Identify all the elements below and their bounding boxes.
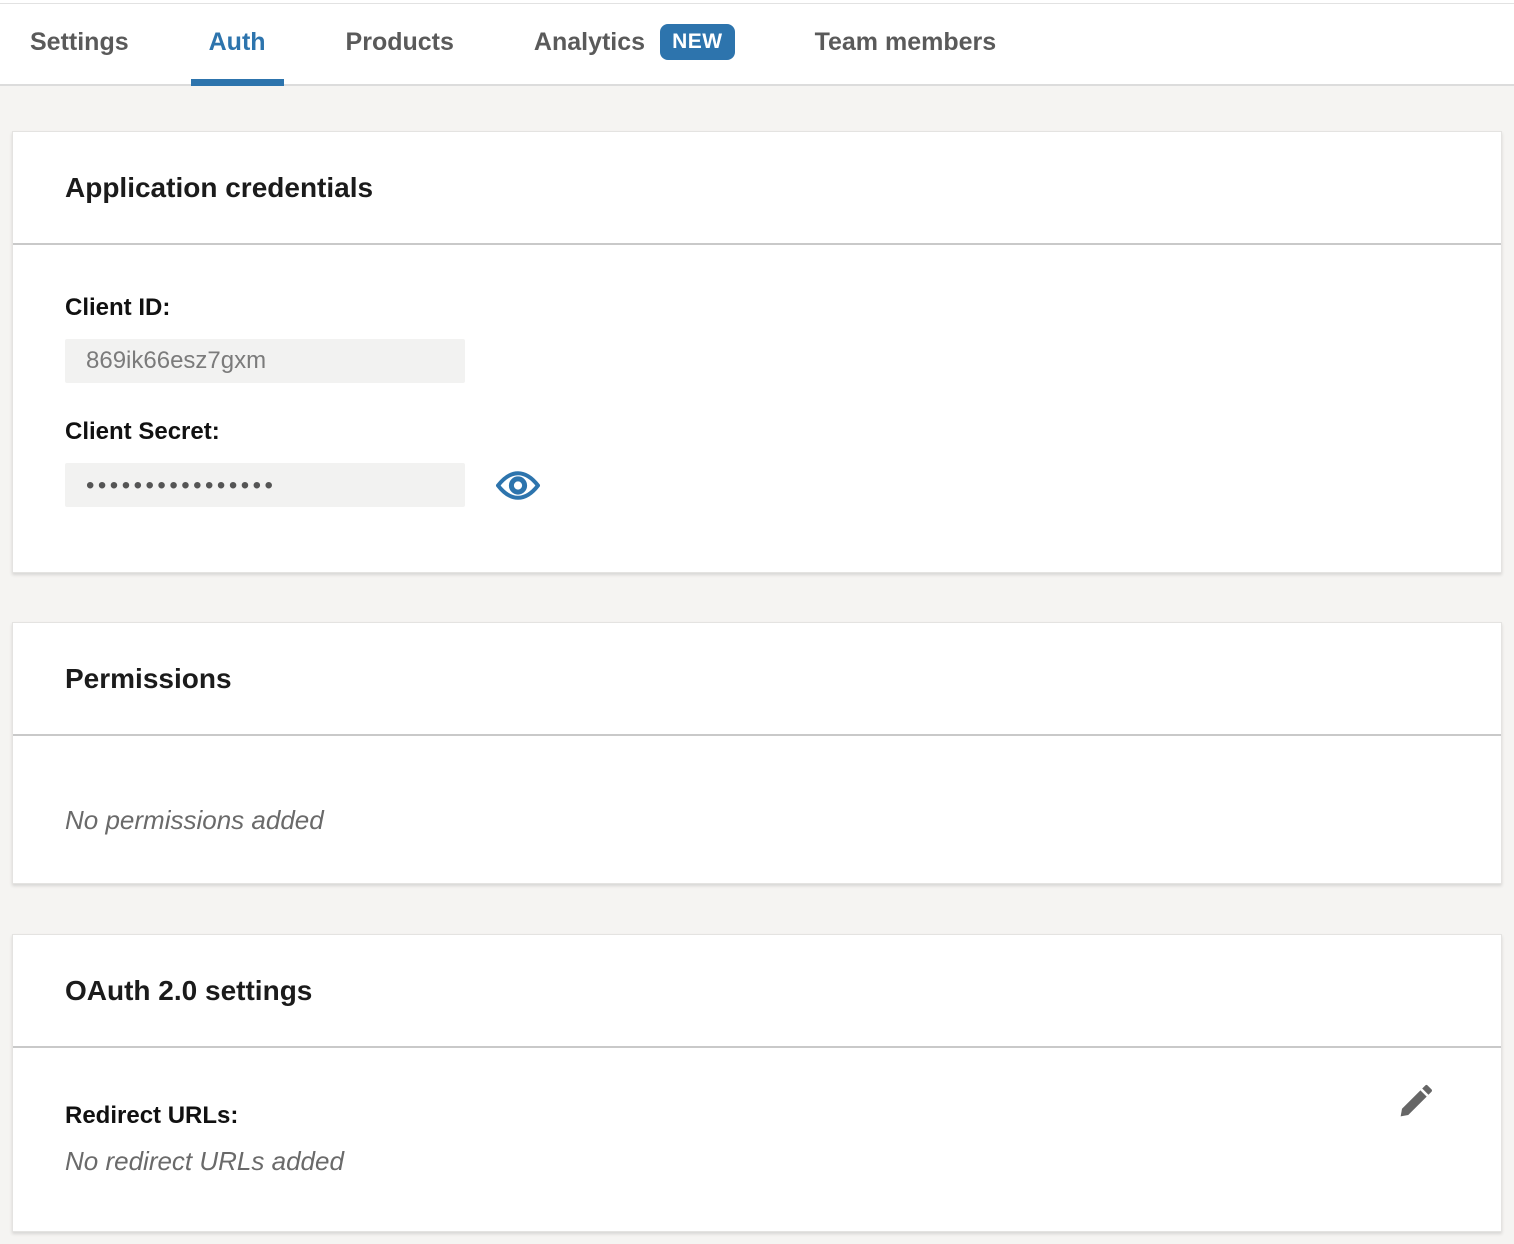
edit-redirect-urls-button[interactable] [1395, 1078, 1439, 1125]
no-permissions-text: No permissions added [65, 804, 1449, 836]
reveal-secret-button[interactable] [491, 466, 545, 505]
active-tab-underline [191, 79, 284, 86]
page-content: Application credentials Client ID: 869ik… [0, 131, 1514, 1232]
application-credentials-card: Application credentials Client ID: 869ik… [12, 131, 1502, 573]
eye-icon [495, 470, 541, 501]
tab-analytics-label: Analytics [534, 28, 645, 57]
application-credentials-body: Client ID: 869ik66esz7gxm Client Secret:… [13, 245, 1501, 507]
oauth-settings-card: OAuth 2.0 settings Redirect URLs: No red… [12, 934, 1502, 1232]
pencil-icon [1397, 1080, 1437, 1120]
redirect-urls-label: Redirect URLs: [65, 1101, 1449, 1131]
oauth-settings-body: Redirect URLs: No redirect URLs added [13, 1048, 1501, 1177]
no-redirect-urls-text: No redirect URLs added [65, 1145, 1449, 1177]
client-secret-field[interactable]: •••••••••••••••• [65, 463, 465, 507]
tab-team-members[interactable]: Team members [815, 0, 997, 84]
client-id-value: 869ik66esz7gxm [86, 347, 266, 375]
permissions-header: Permissions [13, 623, 1501, 736]
tab-analytics[interactable]: Analytics NEW [534, 0, 735, 84]
client-secret-masked-value: •••••••••••••••• [86, 470, 276, 500]
tab-auth-label: Auth [209, 28, 266, 57]
new-badge: NEW [660, 24, 735, 60]
tab-team-members-label: Team members [815, 28, 997, 57]
tab-bar: Settings Auth Products Analytics NEW Tea… [0, 0, 1514, 86]
client-id-field[interactable]: 869ik66esz7gxm [65, 339, 465, 383]
client-secret-label: Client Secret: [65, 417, 1449, 447]
permissions-body: No permissions added [13, 736, 1501, 836]
oauth-settings-header: OAuth 2.0 settings [13, 935, 1501, 1048]
permissions-title: Permissions [65, 663, 232, 695]
application-credentials-title: Application credentials [65, 172, 373, 204]
tab-list: Settings Auth Products Analytics NEW Tea… [0, 0, 1514, 84]
tab-settings[interactable]: Settings [30, 0, 129, 84]
permissions-card: Permissions No permissions added [12, 622, 1502, 884]
tab-products[interactable]: Products [346, 0, 454, 84]
client-secret-row: •••••••••••••••• [65, 447, 1449, 507]
tab-products-label: Products [346, 28, 454, 57]
oauth-settings-title: OAuth 2.0 settings [65, 975, 312, 1007]
client-id-label: Client ID: [65, 293, 1449, 323]
tab-settings-label: Settings [30, 28, 129, 57]
application-credentials-header: Application credentials [13, 132, 1501, 245]
tab-auth[interactable]: Auth [209, 0, 266, 84]
